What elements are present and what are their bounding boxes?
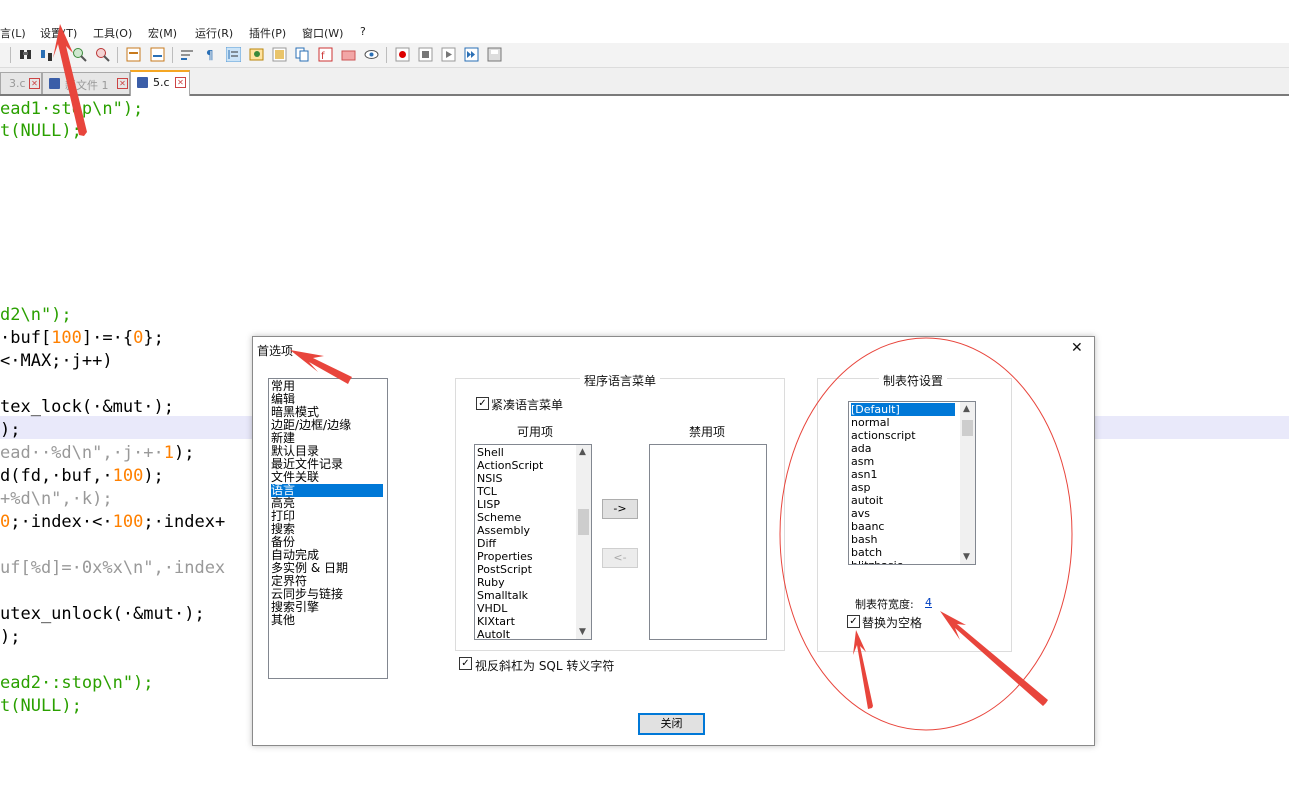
annotation-arrow bbox=[290, 350, 352, 384]
annotation-arrow bbox=[940, 611, 1048, 706]
annotation-arrow bbox=[53, 24, 87, 136]
annotation-arrow bbox=[853, 630, 873, 709]
annotation-ellipse bbox=[779, 337, 1073, 731]
annotation-overlay bbox=[53, 24, 1073, 731]
